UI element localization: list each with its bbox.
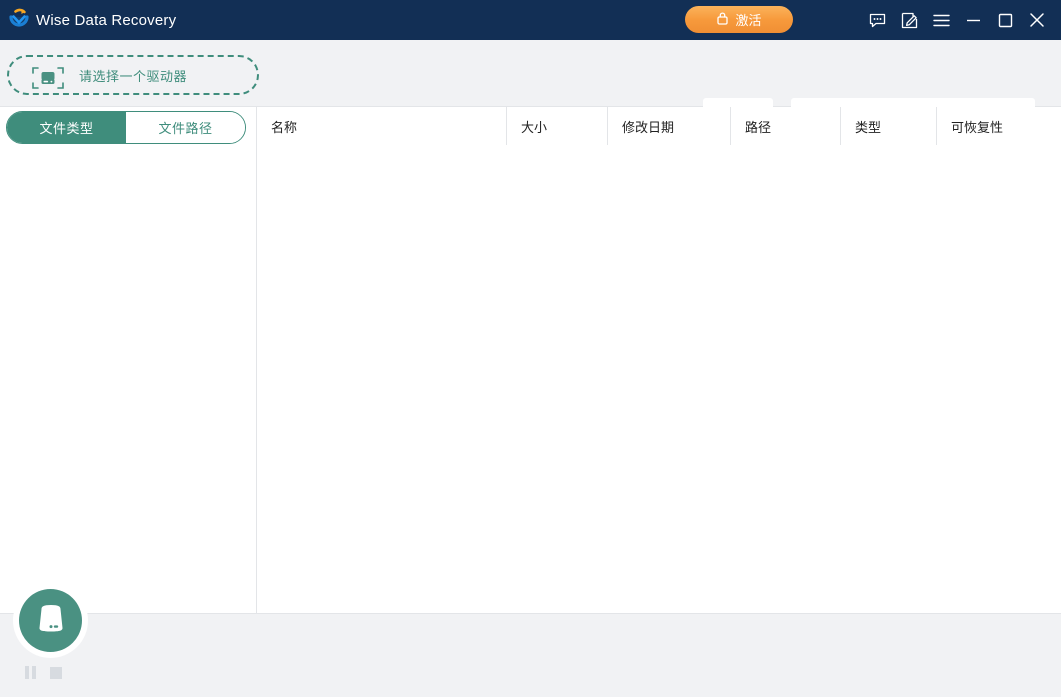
column-header-recoverability-label: 可恢复性 — [951, 117, 1003, 136]
menu-icon[interactable] — [925, 0, 957, 40]
sidebar: 文件类型 文件路径 — [0, 107, 257, 613]
tab-file-type[interactable]: 文件类型 — [7, 112, 126, 143]
status-bar: 没有选中驱动器 没有选中文件 一键恢复 还可以免费恢复： 2 GB — [0, 613, 1061, 697]
close-icon[interactable] — [1021, 0, 1053, 40]
scan-drive-button[interactable] — [19, 589, 82, 652]
title-bar: Wise Data Recovery 激活 — [0, 0, 1061, 40]
column-header-type[interactable]: 类型 — [841, 107, 937, 145]
scan-drive-button-ring — [13, 583, 88, 658]
tab-file-path-label: 文件路径 — [158, 118, 212, 137]
column-header-path[interactable]: 路径 — [731, 107, 841, 145]
drive-selector-label: 请选择一个驱动器 — [9, 66, 257, 85]
edit-icon[interactable] — [893, 0, 925, 40]
stop-icon[interactable] — [50, 667, 62, 679]
app-window: Wise Data Recovery 激活 — [0, 0, 1061, 697]
file-table-header: 名称 大小 修改日期 路径 类型 可恢复性 — [257, 107, 1061, 145]
column-header-modified-date[interactable]: 修改日期 — [608, 107, 731, 145]
maximize-icon[interactable] — [989, 0, 1021, 40]
pause-icon[interactable] — [25, 666, 36, 679]
activate-button[interactable]: 激活 — [685, 6, 793, 33]
column-header-size[interactable]: 大小 — [507, 107, 608, 145]
column-header-type-label: 类型 — [855, 117, 881, 136]
lock-icon — [716, 11, 729, 28]
window-controls — [861, 0, 1053, 40]
column-header-name[interactable]: 名称 — [257, 107, 507, 145]
scan-controls — [25, 666, 62, 679]
sidebar-tabs: 文件类型 文件路径 — [6, 111, 246, 144]
activate-button-label: 激活 — [735, 10, 761, 29]
feedback-icon[interactable] — [861, 0, 893, 40]
column-header-size-label: 大小 — [521, 117, 547, 136]
app-title: Wise Data Recovery — [36, 0, 176, 40]
toolbar: 请选择一个驱动器 过滤器 — [0, 40, 1061, 107]
tab-file-path[interactable]: 文件路径 — [126, 112, 245, 143]
column-header-modified-date-label: 修改日期 — [622, 117, 674, 136]
drive-selector[interactable]: 请选择一个驱动器 — [7, 55, 259, 95]
minimize-icon[interactable] — [957, 0, 989, 40]
column-header-path-label: 路径 — [745, 117, 771, 136]
hard-drive-icon — [36, 601, 66, 640]
column-header-name-label: 名称 — [271, 117, 297, 136]
app-logo-icon — [5, 5, 33, 33]
tab-file-type-label: 文件类型 — [39, 118, 93, 137]
column-header-recoverability[interactable]: 可恢复性 — [937, 107, 1037, 145]
file-table: 名称 大小 修改日期 路径 类型 可恢复性 — [257, 107, 1061, 613]
